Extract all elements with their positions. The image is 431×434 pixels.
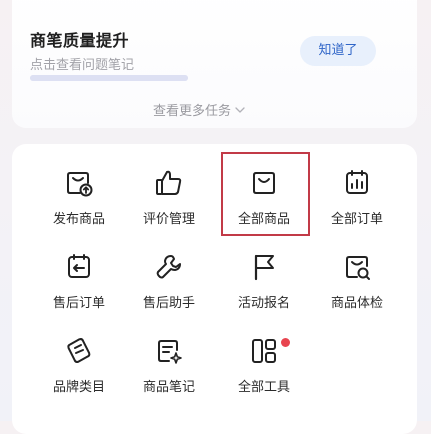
- task-progress-bar: [30, 75, 188, 81]
- product-note-icon: [158, 340, 182, 364]
- tool-all-orders[interactable]: 全部订单: [312, 168, 402, 248]
- thumbs-up-icon: [156, 170, 182, 195]
- tool-label: 售后助手: [142, 296, 195, 311]
- task-title: 商笔质量提升: [30, 31, 130, 50]
- tool-brand-category[interactable]: 品牌类目: [34, 336, 124, 416]
- more-tasks-link[interactable]: 查看更多任务: [153, 100, 246, 119]
- tool-label: 商品笔记: [142, 380, 195, 395]
- tool-event-signup[interactable]: 活动报名: [219, 252, 309, 332]
- tool-label: 品牌类目: [52, 380, 105, 395]
- tool-review-management[interactable]: 评价管理: [124, 168, 214, 248]
- tool-all-products[interactable]: 全部商品: [219, 168, 309, 248]
- all-tools-icon: [252, 339, 276, 363]
- tool-after-sale-orders[interactable]: 售后订单: [34, 252, 124, 332]
- wrench-icon: [156, 255, 181, 279]
- brand-category-icon: [67, 338, 91, 363]
- product-inspection-icon: [346, 256, 370, 280]
- task-subtitle-link[interactable]: 点击查看问题笔记: [30, 54, 134, 73]
- acknowledge-button[interactable]: 知道了: [300, 36, 376, 66]
- shopping-bag-icon: [253, 172, 275, 194]
- tool-product-notes[interactable]: 商品笔记: [124, 336, 214, 416]
- tool-label: 活动报名: [237, 296, 290, 311]
- after-sale-order-icon: [68, 254, 90, 278]
- tool-label: 售后订单: [52, 296, 105, 311]
- notification-badge: [281, 338, 290, 347]
- tool-product-inspection[interactable]: 商品体检: [312, 252, 402, 332]
- tool-label: 发布商品: [52, 212, 105, 227]
- tool-label: 全部工具: [237, 380, 290, 395]
- tool-all-tools[interactable]: 全部工具: [219, 336, 309, 416]
- tool-publish-product[interactable]: 发布商品: [34, 168, 124, 248]
- flag-icon: [254, 254, 274, 281]
- chevron-down-icon: [235, 106, 245, 113]
- more-tasks-label: 查看更多任务: [153, 104, 232, 119]
- tool-label: 全部商品: [237, 212, 290, 227]
- tool-after-sale-assistant[interactable]: 售后助手: [124, 252, 214, 332]
- tool-label: 全部订单: [330, 212, 383, 227]
- publish-product-icon: [67, 172, 93, 197]
- order-chart-icon: [346, 170, 368, 194]
- tool-label: 评价管理: [142, 212, 195, 227]
- tool-label: 商品体检: [330, 296, 383, 311]
